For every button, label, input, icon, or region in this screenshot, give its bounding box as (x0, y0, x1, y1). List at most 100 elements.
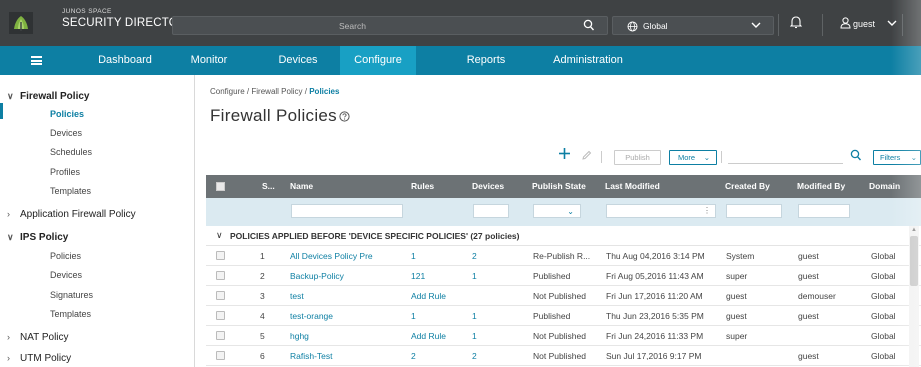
nav-devices[interactable]: Devices (260, 46, 336, 75)
row-checkbox[interactable] (216, 331, 225, 340)
cell-policy-name-link[interactable]: Rafish-Test (290, 346, 408, 366)
cell-rules-link[interactable]: 1 (411, 246, 461, 266)
add-icon[interactable] (558, 147, 571, 160)
table-row[interactable]: 4 test-orange 1 1 Published Thu Jun 23,2… (206, 306, 921, 326)
cell-devices-link[interactable]: 1 (472, 306, 512, 326)
row-checkbox[interactable] (216, 291, 225, 300)
sidebar-item-fw-profiles[interactable]: Profiles (50, 167, 80, 177)
publish-state-filter-select[interactable]: ⌄ (533, 204, 581, 218)
column-header-domain[interactable]: Domain (869, 175, 921, 198)
table-row[interactable]: 6 Rafish-Test 2 2 Not Published Sun Jul … (206, 346, 921, 366)
table-scrollbar[interactable]: ▲ (909, 226, 919, 367)
help-icon[interactable] (339, 111, 350, 122)
sidebar-item-fw-templates[interactable]: Templates (50, 186, 91, 196)
table-row[interactable]: 2 Backup-Policy 121 1 Published Fri Aug … (206, 266, 921, 286)
table-header: S... Name Rules Devices Publish State La… (206, 175, 921, 198)
search-placeholder: Search (339, 21, 366, 31)
cell-policy-name-link[interactable]: All Devices Policy Pre (290, 246, 408, 266)
cell-publish-state: Re-Publish R... (533, 251, 591, 261)
sidebar-group-application-firewall-policy[interactable]: › Application Firewall Policy (7, 209, 136, 220)
filters-button[interactable]: Filters ⌄ (873, 150, 921, 165)
cell-policy-name-link[interactable]: test-orange (290, 306, 408, 326)
sidebar-item-ips-policies[interactable]: Policies (50, 251, 81, 261)
cell-publish-state: Not Published (533, 291, 586, 301)
sidebar-group-nat-policy[interactable]: › NAT Policy (7, 332, 69, 343)
breadcrumb-firewall-policy[interactable]: Firewall Policy (251, 87, 302, 96)
column-header-publish-state[interactable]: Publish State (532, 175, 600, 198)
global-search-input[interactable]: Search (172, 16, 608, 35)
chevron-down-icon: ∨ (7, 91, 14, 101)
search-icon[interactable] (583, 19, 595, 32)
domain-selector[interactable]: Global (612, 16, 774, 35)
scrollbar-thumb[interactable] (910, 236, 918, 286)
sidebar-group-utm-policy[interactable]: › UTM Policy (7, 353, 71, 364)
name-filter-input[interactable] (291, 204, 403, 218)
cell-policy-name-link[interactable]: hghg (290, 326, 408, 346)
cell-devices-link[interactable]: 1 (472, 326, 512, 346)
bell-icon[interactable] (790, 15, 802, 29)
header-divider (822, 14, 823, 36)
column-header-seq[interactable]: S... (262, 175, 288, 198)
publish-button[interactable]: Publish (614, 150, 661, 165)
select-all-checkbox[interactable] (216, 182, 225, 191)
breadcrumb-configure[interactable]: Configure (210, 87, 245, 96)
cell-devices-link[interactable]: 2 (472, 246, 512, 266)
devices-filter-input[interactable] (473, 204, 509, 218)
column-header-last-modified[interactable]: Last Modified (605, 175, 715, 198)
row-checkbox[interactable] (216, 251, 225, 260)
sidebar-group-ips-policy[interactable]: ∨ IPS Policy (7, 232, 68, 243)
row-checkbox[interactable] (216, 311, 225, 320)
cell-rules-link[interactable]: Add Rule (411, 286, 461, 306)
table-search-input[interactable] (728, 151, 843, 164)
cell-policy-name-link[interactable]: test (290, 286, 408, 306)
sidebar-item-fw-devices[interactable]: Devices (50, 128, 82, 138)
nav-administration[interactable]: Administration (540, 46, 636, 75)
cell-seq: 5 (260, 331, 265, 341)
nav-monitor[interactable]: Monitor (180, 46, 238, 75)
table-row[interactable]: 5 hghg Add Rule 1 Not Published Fri Jun … (206, 326, 921, 346)
more-button[interactable]: More ⌄ (669, 150, 717, 165)
cell-rules-link[interactable]: Add Rule (411, 326, 461, 346)
pencil-icon[interactable] (581, 150, 592, 161)
sidebar-item-ips-signatures[interactable]: Signatures (50, 290, 93, 300)
hamburger-menu-icon[interactable] (31, 56, 42, 65)
sidebar-item-fw-schedules[interactable]: Schedules (50, 147, 92, 157)
cell-policy-name-link[interactable]: Backup-Policy (290, 266, 408, 286)
sidebar: ∨ Firewall Policy Policies Devices Sched… (0, 75, 195, 367)
sidebar-item-ips-devices[interactable]: Devices (50, 270, 82, 280)
modified-by-filter-input[interactable] (798, 204, 850, 218)
sidebar-item-fw-policies[interactable]: Policies (50, 109, 84, 119)
cell-devices-link[interactable]: 2 (472, 346, 512, 366)
cell-rules-link[interactable]: 1 (411, 306, 461, 326)
column-header-name[interactable]: Name (290, 175, 400, 198)
nav-configure[interactable]: Configure (340, 46, 416, 75)
nav-reports[interactable]: Reports (446, 46, 526, 75)
more-button-label: More (678, 153, 696, 162)
breadcrumb: Configure / Firewall Policy / Policies (210, 87, 339, 96)
column-header-rules[interactable]: Rules (411, 175, 461, 198)
sidebar-group-firewall-policy[interactable]: ∨ Firewall Policy (7, 91, 89, 102)
sidebar-item-ips-templates[interactable]: Templates (50, 309, 91, 319)
column-header-created-by[interactable]: Created By (725, 175, 790, 198)
row-checkbox[interactable] (216, 351, 225, 360)
page-title: Firewall Policies (210, 106, 337, 125)
cell-created-by: guest (726, 291, 747, 301)
cell-devices-link[interactable]: 1 (472, 266, 512, 286)
scroll-up-icon[interactable]: ▲ (911, 227, 917, 233)
cell-last-modified: Fri Jun 17,2016 11:20 AM (606, 291, 703, 301)
search-icon[interactable] (850, 149, 862, 162)
created-by-filter-input[interactable] (726, 204, 782, 218)
column-header-modified-by[interactable]: Modified By (797, 175, 867, 198)
cell-rules-link[interactable]: 2 (411, 346, 461, 366)
row-checkbox[interactable] (216, 271, 225, 280)
last-modified-filter-input[interactable]: ⋮ (606, 204, 716, 218)
table-row[interactable]: 3 test Add Rule Not Published Fri Jun 17… (206, 286, 921, 306)
cell-rules-link[interactable]: 121 (411, 266, 461, 286)
cell-devices-link[interactable] (472, 286, 512, 306)
table-row[interactable]: 1 All Devices Policy Pre 1 2 Re-Publish … (206, 246, 921, 266)
chevron-down-icon: ⌄ (703, 153, 710, 162)
column-header-devices[interactable]: Devices (472, 175, 527, 198)
policy-group-row[interactable]: ∨ POLICIES APPLIED BEFORE 'DEVICE SPECIF… (206, 226, 921, 246)
nav-dashboard[interactable]: Dashboard (70, 46, 180, 75)
cell-last-modified: Thu Jun 23,2016 5:35 PM (606, 311, 704, 321)
